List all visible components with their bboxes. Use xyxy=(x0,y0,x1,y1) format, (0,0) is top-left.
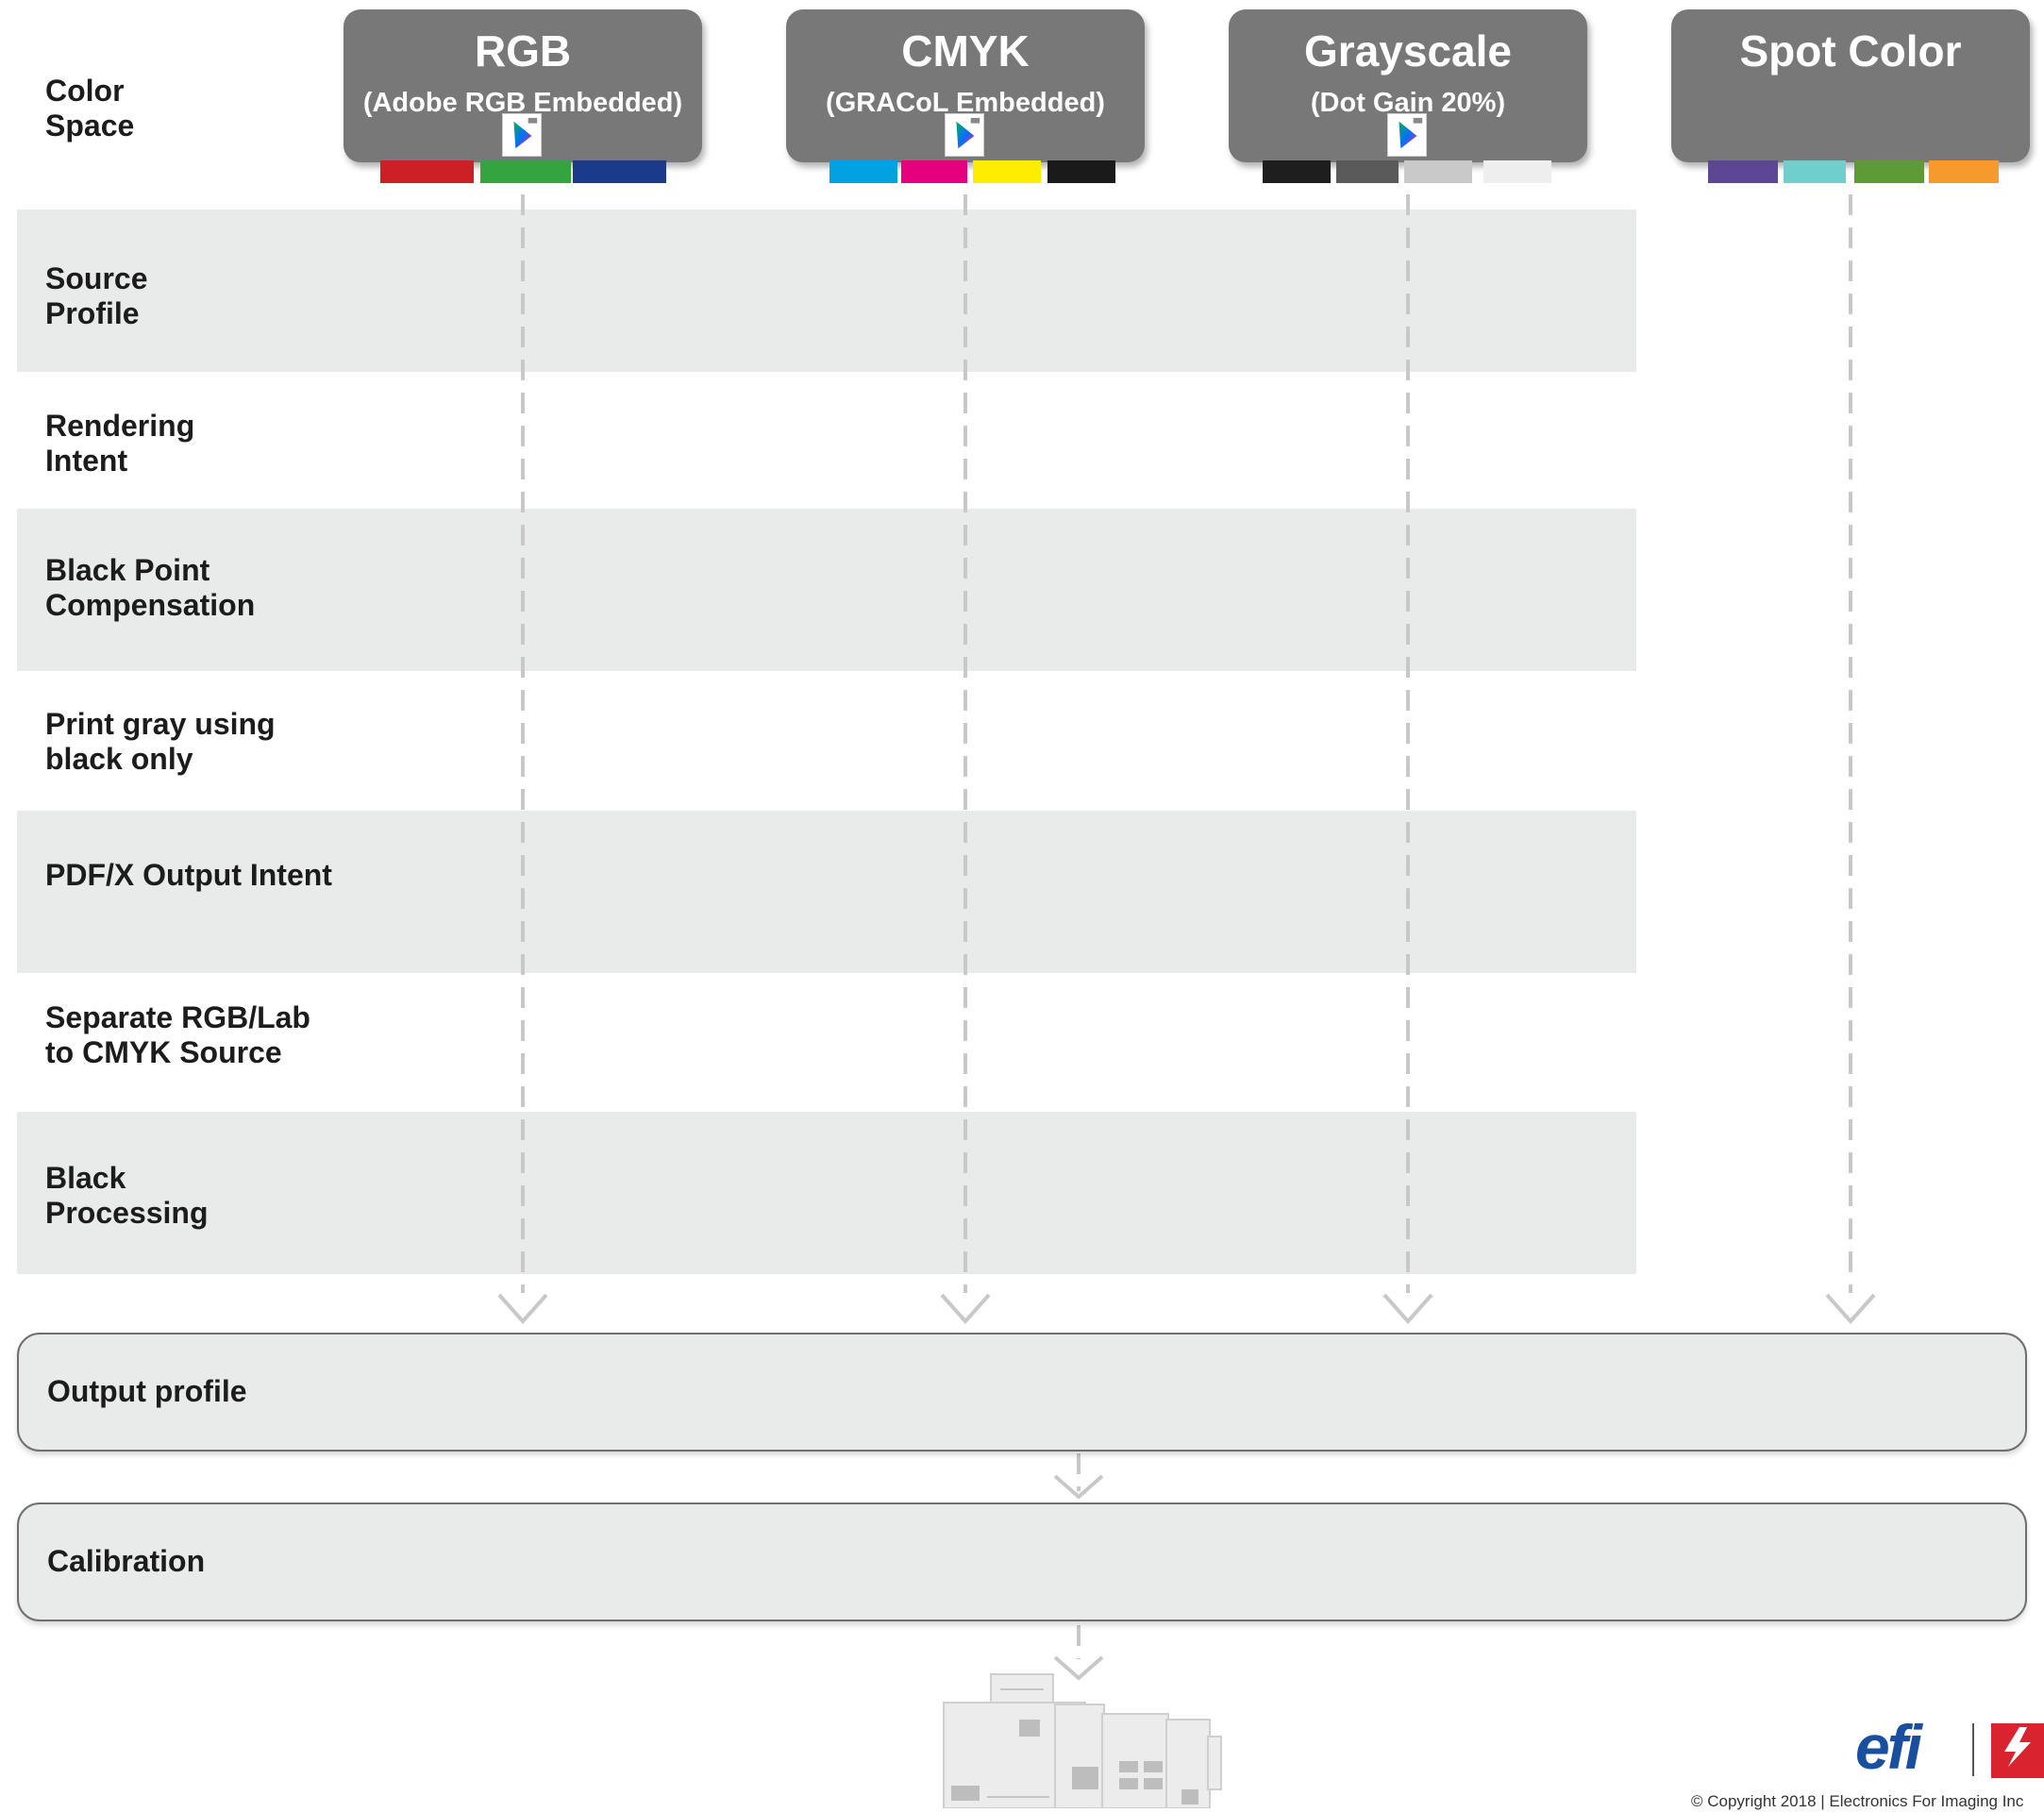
fiery-logo-icon xyxy=(1991,1723,2044,1778)
swatch-gray-10 xyxy=(1483,160,1551,183)
row-label-black-processing: Black Processing xyxy=(45,1161,209,1230)
column-title: RGB xyxy=(474,26,572,76)
swatch-gray-100 xyxy=(1263,160,1331,183)
printer-illustration xyxy=(934,1667,1227,1813)
color-profile-icon xyxy=(1387,113,1427,157)
calibration-stage: Calibration xyxy=(17,1502,2027,1621)
efi-logo: efi xyxy=(1855,1712,1922,1782)
swatch-red xyxy=(380,160,474,183)
row-band-source-profile xyxy=(17,210,1636,372)
color-profile-icon xyxy=(502,113,542,157)
swatch-gray-25 xyxy=(1404,160,1472,183)
column-title: Spot Color xyxy=(1739,26,1962,76)
row-band-black-point xyxy=(17,509,1636,671)
stage-label-calibration: Calibration xyxy=(47,1544,206,1578)
chevron-down-icon xyxy=(1053,1474,1104,1500)
chevron-down-icon xyxy=(1825,1293,1876,1325)
row-label-black-point-compensation: Black Point Compensation xyxy=(45,553,256,622)
row-band-black-processing xyxy=(17,1112,1636,1274)
copyright-text: © Copyright 2018 | Electronics For Imagi… xyxy=(1691,1792,2024,1810)
swatch-teal xyxy=(1784,160,1846,183)
column-title: Grayscale xyxy=(1304,26,1512,76)
row-label-source-profile: Source Profile xyxy=(45,261,148,330)
row-label-separate-rgb-lab: Separate RGB/Lab to CMYK Source xyxy=(45,1000,310,1069)
swatch-blue xyxy=(573,160,666,183)
stage-label-output-profile: Output profile xyxy=(47,1374,247,1408)
swatch-green xyxy=(480,160,571,183)
row-label-rendering-intent: Rendering Intent xyxy=(45,409,195,478)
swatch-olive xyxy=(1854,160,1924,183)
column-header-spot-color: Spot Color xyxy=(1671,9,2030,162)
logo-divider xyxy=(1972,1723,1974,1776)
row-label-pdfx-output-intent: PDF/X Output Intent xyxy=(45,858,332,892)
swatch-yellow xyxy=(973,160,1041,183)
column-header-grayscale: Grayscale (Dot Gain 20%) xyxy=(1229,9,1587,162)
column-header-cmyk: CMYK (GRACoL Embedded) xyxy=(786,9,1145,162)
swatch-magenta xyxy=(901,160,967,183)
color-profile-icon xyxy=(945,113,984,157)
swatch-orange xyxy=(1929,160,1999,183)
row-label-print-gray: Print gray using black only xyxy=(45,707,276,776)
output-profile-stage: Output profile xyxy=(17,1333,2027,1452)
column-header-rgb: RGB (Adobe RGB Embedded) xyxy=(343,9,702,162)
column-title: CMYK xyxy=(901,26,1030,76)
swatch-cyan xyxy=(829,160,897,183)
row-label-color-space: Color Space xyxy=(45,74,135,143)
chevron-down-icon xyxy=(497,1293,548,1325)
chevron-down-icon xyxy=(1382,1293,1433,1325)
swatch-black xyxy=(1047,160,1115,183)
swatch-purple xyxy=(1708,160,1778,183)
swatch-gray-70 xyxy=(1336,160,1399,183)
chevron-down-icon xyxy=(940,1293,991,1325)
